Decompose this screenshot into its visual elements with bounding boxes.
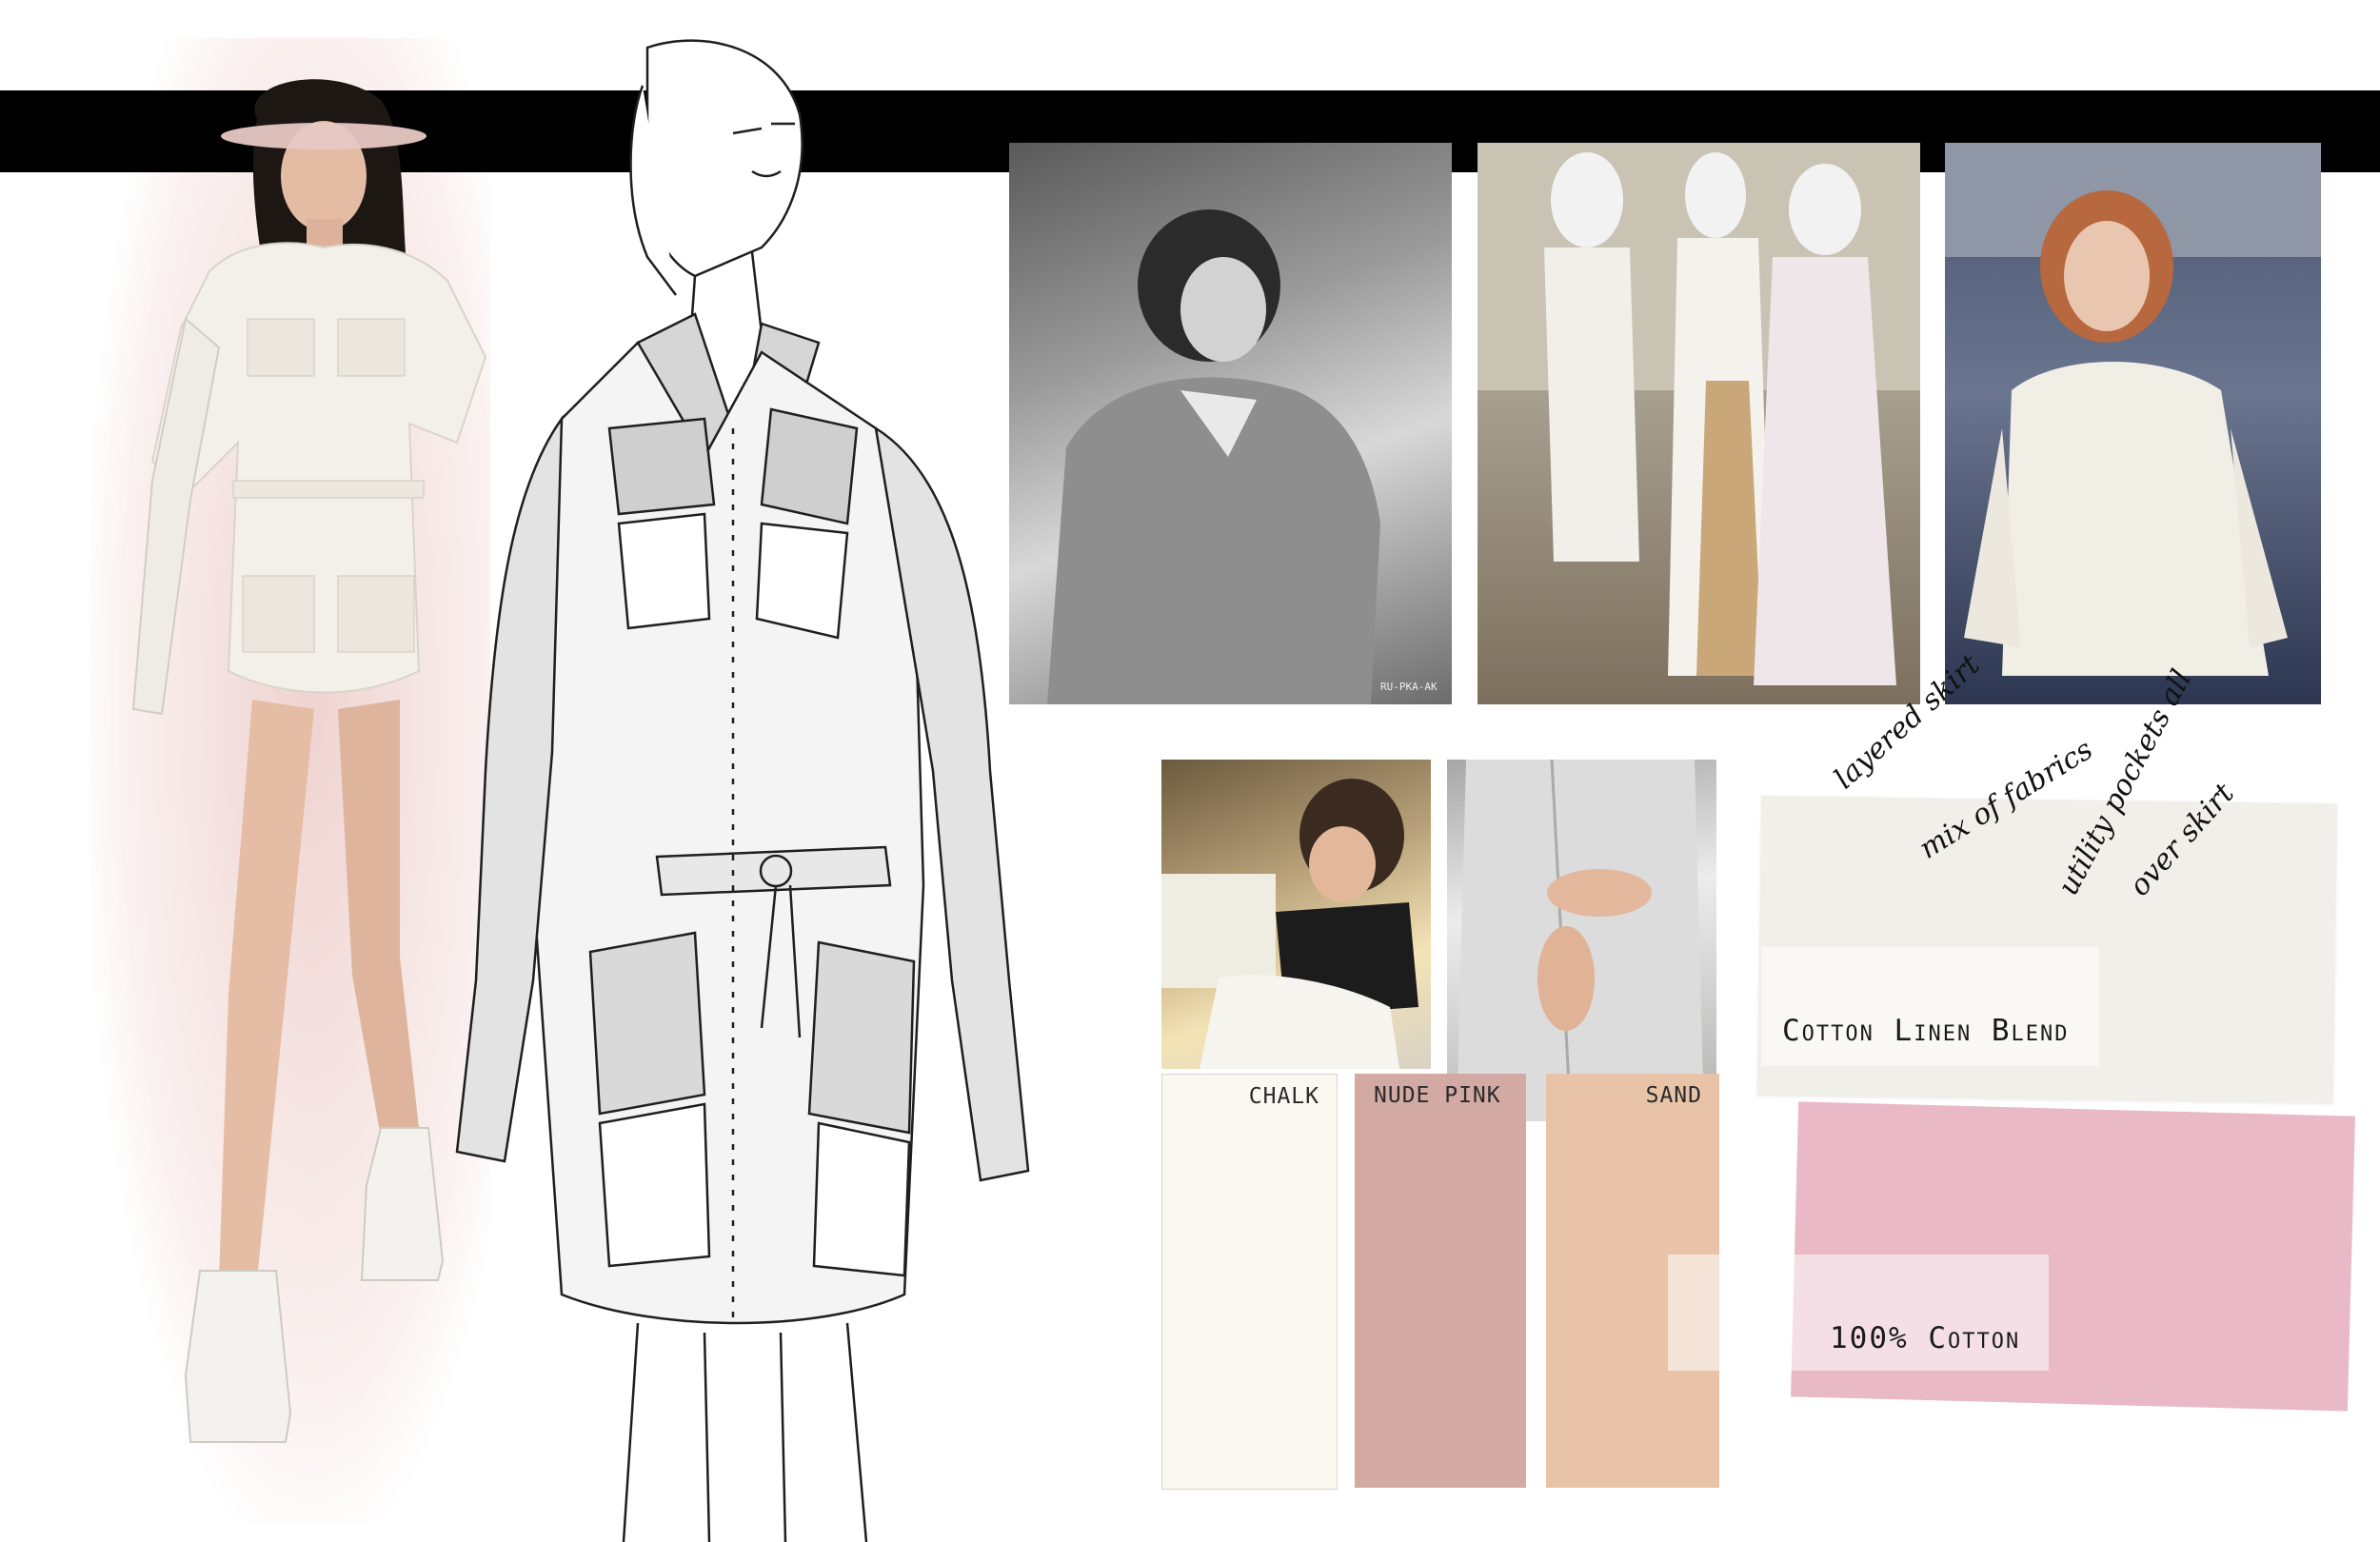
masked-models-photo — [1478, 143, 1920, 704]
archive-photo-seated-woman: RU-PKA-AK — [1009, 143, 1452, 704]
swatch-chalk-label: CHALK — [1248, 1084, 1319, 1109]
photo-caption: RU-PKA-AK — [1380, 681, 1438, 693]
model-redhead-photo — [1945, 143, 2321, 704]
eye-band — [221, 123, 426, 149]
label-tape-linen — [1761, 947, 2099, 1066]
draping-photo — [1447, 760, 1716, 1121]
swatch-sand-label: SAND — [1645, 1083, 1702, 1108]
swatch-nude-pink: NUDE PINK — [1355, 1074, 1526, 1488]
fabric-cotton-label: 100% Cotton — [1830, 1321, 2021, 1355]
sewing-photo — [1161, 760, 1431, 1069]
fabric-linen-label: Cotton Linen Blend — [1782, 1014, 2070, 1048]
swatch-chalk: CHALK — [1161, 1074, 1338, 1490]
swatch-nude-pink-label: NUDE PINK — [1374, 1083, 1501, 1108]
